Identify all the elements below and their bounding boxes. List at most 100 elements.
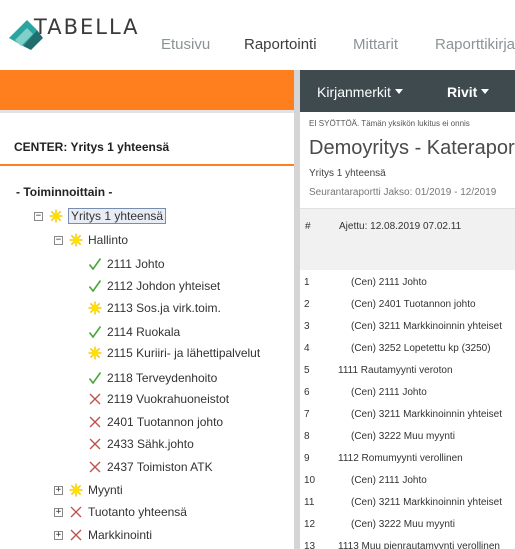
row-label: (Cen) 2111 Johto — [351, 387, 427, 398]
tree-node[interactable]: 2111 Johto — [88, 255, 165, 273]
nav-raportointi[interactable]: Raportointi — [244, 36, 317, 53]
bookmarks-label: Kirjanmerkit — [317, 84, 391, 100]
sun-icon — [88, 346, 102, 360]
tree-node-label: Hallinto — [88, 233, 129, 247]
tree-node[interactable]: − Yritys 1 yhteensä — [34, 207, 167, 225]
table-row[interactable]: 12 (Cen) 3222 Muu myynti — [300, 514, 515, 536]
tree-node[interactable]: 2112 Johdon yhteiset — [88, 277, 220, 295]
table-row[interactable]: 11 (Cen) 3211 Markkinoinnin yhteiset — [300, 492, 515, 514]
chevron-down-icon — [394, 89, 403, 94]
bookmarks-dropdown[interactable]: Kirjanmerkit — [317, 84, 403, 100]
tree-node-label: 2401 Tuotannon johto — [107, 415, 224, 429]
tree-node[interactable]: 2433 Sähk.johto — [88, 435, 194, 453]
tree-node[interactable]: + Markkinointi — [54, 526, 152, 544]
table-row[interactable]: 7 (Cen) 3211 Markkinoinnin yhteiset — [300, 404, 515, 426]
table-row[interactable]: 9 1112 Romumyynti verollinen — [300, 448, 515, 470]
tree-node[interactable]: 2114 Ruokala — [88, 323, 180, 341]
row-label: (Cen) 3222 Muu myynti — [351, 519, 455, 530]
collapse-icon[interactable]: − — [34, 211, 43, 221]
row-number: 4 — [304, 343, 310, 354]
row-number: 2 — [304, 299, 310, 310]
report-title: Demoyritys - Kateraport — [309, 137, 515, 159]
row-label: (Cen) 2401 Tuotannon johto — [351, 299, 476, 310]
tree-node[interactable]: 2119 Vuokrahuoneistot — [88, 390, 229, 408]
cross-icon — [69, 505, 83, 519]
row-label: (Cen) 3211 Markkinoinnin yhteiset — [351, 497, 503, 508]
row-label: (Cen) 2111 Johto — [351, 475, 427, 486]
report-period: Seurantaraportti Jakso: 01/2019 - 12/201… — [309, 187, 497, 198]
check-icon — [88, 325, 102, 339]
cross-icon — [88, 392, 102, 406]
tree-node[interactable]: 2113 Sos.ja virk.toim. — [88, 299, 221, 317]
row-label: (Cen) 3252 Lopetettu kp (3250) — [351, 343, 491, 354]
tree-node[interactable]: + Myynti — [54, 481, 123, 499]
row-label: (Cen) 3222 Muu myynti — [351, 431, 455, 442]
lock-notice: EI SYÖTTÖÄ. Tämän yksikön lukitus ei onn… — [309, 119, 470, 128]
left-band-shadow — [0, 110, 294, 113]
expand-icon[interactable]: + — [54, 530, 63, 540]
table-row[interactable]: 10 (Cen) 2111 Johto — [300, 470, 515, 492]
tree-node[interactable]: 2118 Terveydenhoito — [88, 369, 217, 387]
table-row[interactable]: 3 (Cen) 3211 Markkinoinnin yhteiset — [300, 316, 515, 338]
expand-icon[interactable]: + — [54, 507, 63, 517]
left-panel-header-band — [0, 70, 294, 110]
row-number: 5 — [304, 365, 310, 376]
top-header: TABELLA Etusivu Raportointi Mittarit Rap… — [0, 0, 515, 70]
nav-raporttikirja[interactable]: Raporttikirja — [435, 36, 515, 53]
check-icon — [88, 371, 102, 385]
tree-node-label: Yritys 1 yhteensä — [68, 208, 167, 224]
sun-icon — [69, 233, 83, 247]
sun-icon — [88, 301, 102, 315]
cross-icon — [69, 528, 83, 542]
row-number: 9 — [304, 453, 310, 464]
table-row[interactable]: 13 1113 Muu pienrautamyynti verollinen — [300, 536, 515, 549]
nav-mittarit[interactable]: Mittarit — [353, 36, 398, 53]
report-subtitle: Yritys 1 yhteensä — [309, 168, 386, 179]
tree-node-label: 2118 Terveydenhoito — [107, 371, 218, 385]
tree-node[interactable]: − Hallinto — [54, 231, 128, 249]
nav-etusivu[interactable]: Etusivu — [161, 36, 210, 53]
table-row[interactable]: 2 (Cen) 2401 Tuotannon johto — [300, 294, 515, 316]
table-row[interactable]: 6 (Cen) 2111 Johto — [300, 382, 515, 404]
row-number: 13 — [304, 541, 316, 549]
table-row[interactable]: 4 (Cen) 3252 Lopetettu kp (3250) — [300, 338, 515, 360]
center-title: CENTER: Yritys 1 yhteensä — [14, 140, 170, 154]
tree-node-label: Myynti — [88, 483, 123, 497]
report-table-header — [300, 208, 515, 270]
row-label: 1112 Romumyynti verollinen — [338, 453, 463, 464]
rows-dropdown[interactable]: Rivit — [447, 84, 490, 100]
report-toolbar: Kirjanmerkit Rivit — [300, 70, 515, 112]
row-number: 6 — [304, 387, 310, 398]
table-row[interactable]: 1 (Cen) 2111 Johto — [300, 272, 515, 294]
tree-node-label: 2114 Ruokala — [107, 325, 181, 339]
table-row[interactable]: 8 (Cen) 3222 Muu myynti — [300, 426, 515, 448]
cross-icon — [88, 415, 102, 429]
row-number: 7 — [304, 409, 310, 420]
sun-icon — [49, 209, 63, 223]
tree-node-label: 2433 Sähk.johto — [107, 437, 194, 451]
tree-node[interactable]: 2401 Tuotannon johto — [88, 413, 223, 431]
row-number-header: # — [305, 221, 311, 232]
row-number: 11 — [304, 497, 315, 508]
collapse-icon[interactable]: − — [54, 235, 63, 245]
run-timestamp: Ajettu: 12.08.2019 07.02.11 — [339, 221, 462, 232]
row-label: 1111 Rautamyynti veroton — [338, 365, 453, 376]
tree-node-label: 2113 Sos.ja virk.toim. — [107, 301, 221, 315]
row-label: (Cen) 3211 Markkinoinnin yhteiset — [351, 409, 503, 420]
tree-node-label: 2115 Kuriiri- ja lähettipalvelut — [107, 346, 261, 360]
tree-root-label[interactable]: - Toiminnoittain - — [16, 185, 112, 199]
table-row[interactable]: 5 1111 Rautamyynti veroton — [300, 360, 515, 382]
tree-node-label: 2112 Johdon yhteiset — [107, 279, 221, 293]
sun-icon — [69, 483, 83, 497]
expand-icon[interactable]: + — [54, 485, 63, 495]
row-label: 1113 Muu pienrautamyynti verollinen — [338, 541, 500, 549]
check-icon — [88, 257, 102, 271]
tree-node[interactable]: + Tuotanto yhteensä — [54, 503, 187, 521]
tree-node[interactable]: 2437 Toimiston ATK — [88, 458, 213, 476]
tree-node[interactable]: 2115 Kuriiri- ja lähettipalvelut — [88, 344, 260, 362]
tree-node-label: Tuotanto yhteensä — [88, 505, 187, 519]
row-label: (Cen) 2111 Johto — [351, 277, 427, 288]
row-number: 12 — [304, 519, 316, 530]
tree-node-label: 2111 Johto — [107, 257, 165, 271]
cross-icon — [88, 460, 102, 474]
